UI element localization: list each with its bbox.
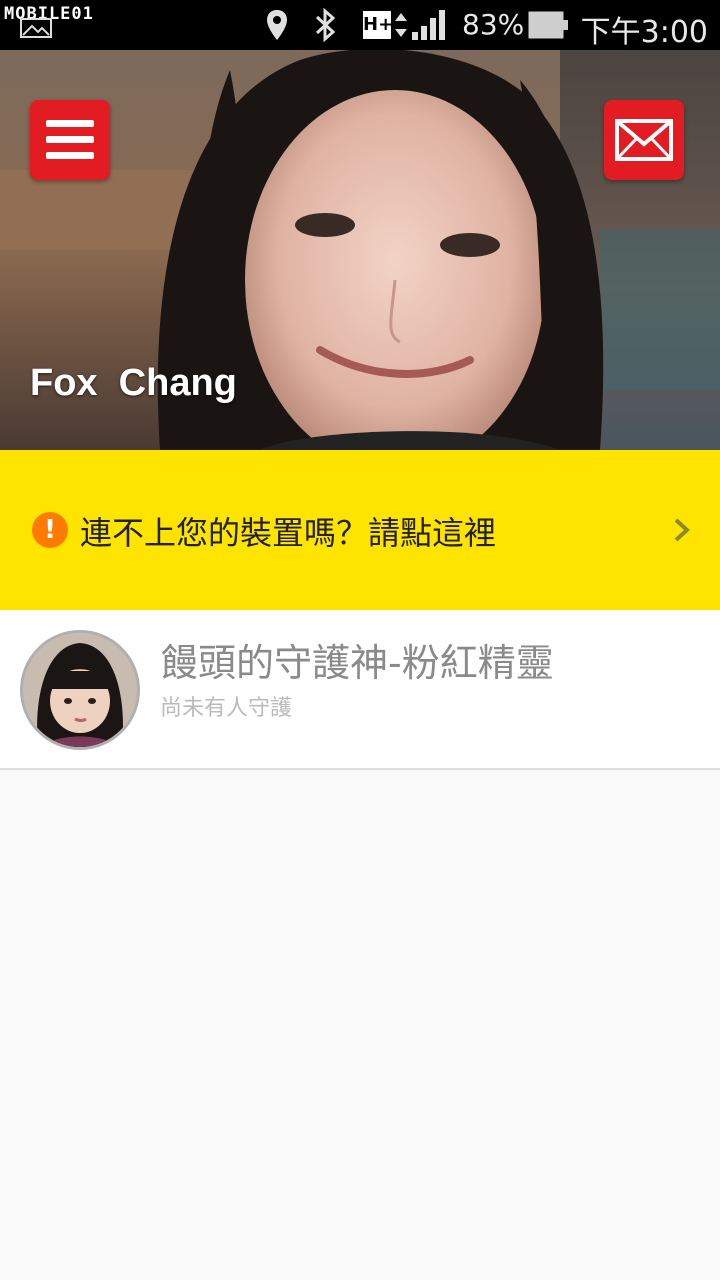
battery-icon	[528, 11, 568, 39]
device-status: 尚未有人守護	[160, 696, 293, 721]
empty-content-area	[0, 772, 720, 1280]
signal-icon	[412, 10, 445, 40]
messages-button[interactable]	[604, 100, 684, 180]
battery-percent: 83%	[462, 8, 525, 41]
user-name: Fox Chang	[30, 362, 237, 404]
device-name: 饅頭的守護神-粉紅精靈	[160, 641, 554, 685]
device-connection-alert[interactable]: ! 連不上您的裝置嗎？請點這裡	[0, 450, 720, 610]
device-list-item[interactable]: 饅頭的守護神-粉紅精靈 尚未有人守護	[0, 610, 720, 770]
menu-button[interactable]	[30, 100, 110, 180]
chevron-right-icon	[674, 518, 690, 542]
profile-header: Fox Chang	[0, 50, 720, 450]
alert-text: 連不上您的裝置嗎？請點這裡	[80, 514, 497, 552]
avatar	[20, 630, 140, 750]
data-arrows-icon	[395, 13, 407, 37]
bluetooth-icon	[315, 8, 336, 42]
network-type-badge: H+	[363, 11, 393, 39]
status-bar: MOBILE01 H+ 83% 下午3:00	[0, 0, 720, 50]
envelope-icon	[615, 119, 673, 161]
location-icon	[267, 10, 287, 40]
clock: 下午3:00	[580, 15, 708, 50]
photo-icon	[20, 18, 52, 38]
child-avatar-photo	[23, 633, 137, 747]
exclamation-icon: !	[32, 512, 68, 548]
